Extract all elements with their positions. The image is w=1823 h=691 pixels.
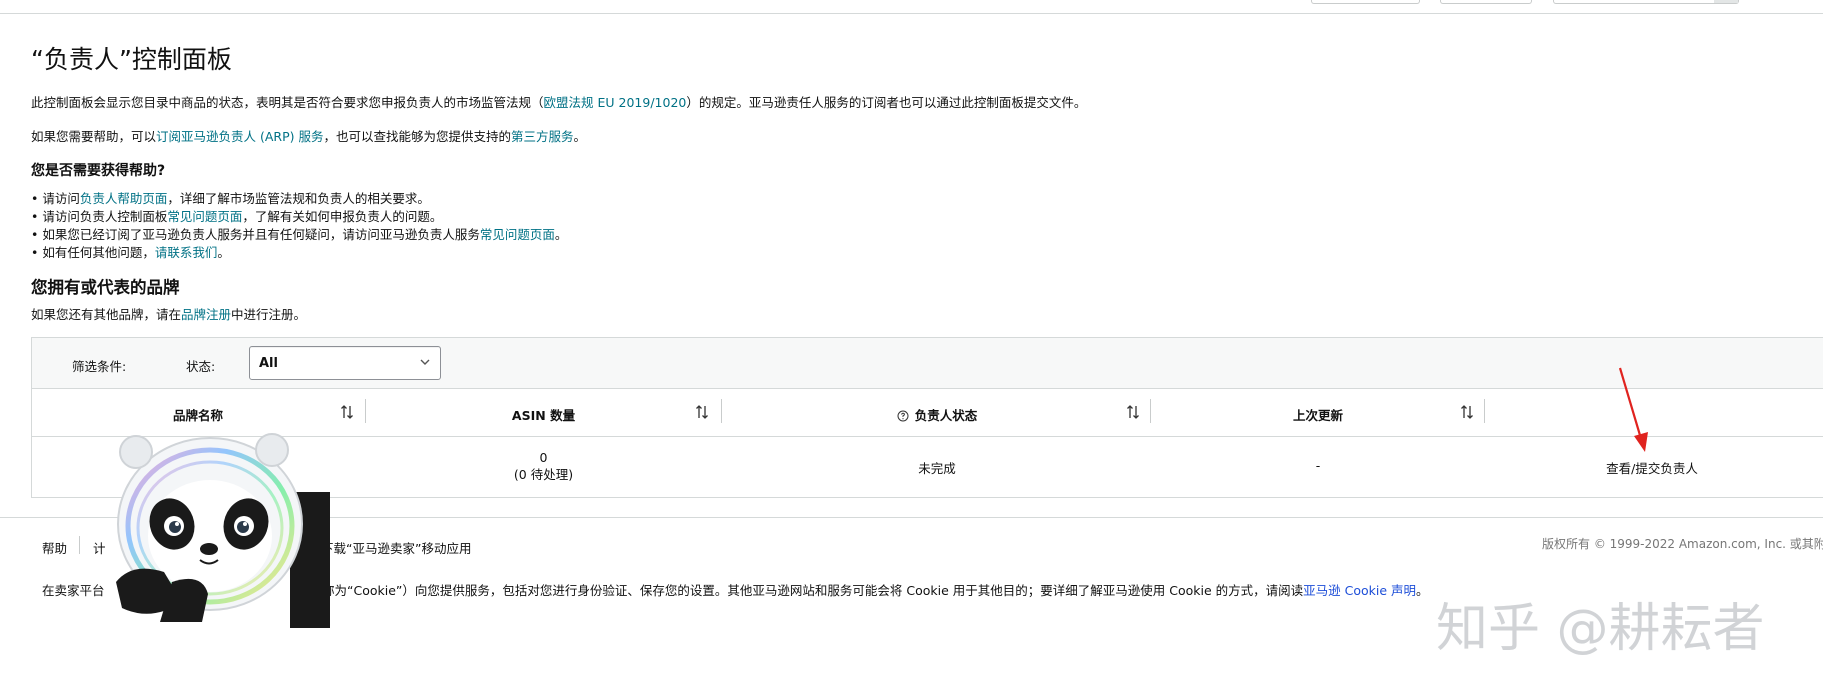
asin-count: 0 <box>539 450 548 465</box>
top-toolbar <box>0 0 1823 14</box>
column-rp-status[interactable]: 负责人状态 <box>722 389 1152 437</box>
view-submit-rp-link[interactable]: 查看/提交负责人 <box>1485 458 1819 477</box>
regulation-link[interactable]: 欧盟法规 EU 2019/1020 <box>544 95 687 110</box>
cookie-notice: 称为“Cookie”）向您提供服务，包括对您进行身份验证、保存您的设置。其他亚马… <box>322 583 1429 598</box>
intro-paragraph: 此控制面板会显示您目录中商品的状态，表明其是否符合要求您申报负责人的市场监管法规… <box>31 92 1086 111</box>
asin-pending: (0 待处理) <box>513 467 574 482</box>
asin-count-cell: 0 (0 待处理) <box>366 449 721 483</box>
column-asin-count[interactable]: ASIN 数量 <box>366 389 721 437</box>
status-select[interactable]: All <box>249 346 441 380</box>
column-last-update[interactable]: 上次更新 <box>1151 389 1485 437</box>
brands-note: 如果您还有其他品牌，请在品牌注册中进行注册。 <box>31 307 307 322</box>
toolbar-dropdown[interactable] <box>1311 0 1420 4</box>
contact-us-link[interactable]: 请联系我们 <box>155 245 218 260</box>
cookie-notice-start: 在卖家平台 <box>42 583 105 598</box>
help-heading: 您是否需要获得帮助? <box>31 163 166 179</box>
dashboard-faq-link[interactable]: 常见问题页面 <box>167 209 242 224</box>
copyright: 版权所有 © 1999-2022 Amazon.com, Inc. 或其附 <box>1542 537 1823 551</box>
table-header-row: 品牌名称 ASIN 数量 负责人状态 上次更新 <box>32 389 1823 437</box>
intro-text: 此控制面板会显示您目录中商品的状态，表明其是否符合要求您申报负责人的市场监管法规… <box>31 95 544 110</box>
help-bullet: • 如果您已经订阅了亚马逊负责人服务并且有任何疑问，请访问亚马逊负责人服务常见问… <box>31 227 568 242</box>
footer-separator <box>79 536 80 554</box>
info-icon[interactable] <box>897 410 909 422</box>
toolbar-search-input[interactable] <box>1553 0 1739 4</box>
footer-program-link[interactable]: 计 <box>93 538 106 557</box>
arp-service-link[interactable]: 订阅亚马逊负责人 (ARP) 服务 <box>156 129 323 144</box>
column-divider <box>1484 399 1485 423</box>
help-text-end: 。 <box>573 129 587 144</box>
brand-registry-link[interactable]: 品牌注册 <box>181 307 231 322</box>
status-select-value: All <box>259 356 278 371</box>
help-bullet: • 请访问负责人控制面板常见问题页面，了解有关如何申报负责人的问题。 <box>31 209 443 224</box>
footer-download-app-link[interactable]: 下载“亚马逊卖家”移动应用 <box>321 538 471 557</box>
search-button[interactable] <box>1714 0 1738 3</box>
help-paragraph: 如果您需要帮助，可以订阅亚马逊负责人 (ARP) 服务，也可以查找能够为您提供支… <box>31 126 586 145</box>
help-text-mid: ，也可以查找能够为您提供支持的 <box>323 129 512 144</box>
page-title: “负责人”控制面板 <box>31 45 232 74</box>
help-text: 如果您需要帮助，可以 <box>31 129 157 144</box>
rp-help-page-link[interactable]: 负责人帮助页面 <box>80 191 168 206</box>
status-filter-label: 状态: <box>186 359 216 374</box>
sort-icon[interactable] <box>1460 403 1474 421</box>
arp-faq-link[interactable]: 常见问题页面 <box>480 227 555 242</box>
brands-heading: 您拥有或代表的品牌 <box>31 278 180 297</box>
chevron-down-icon <box>420 359 430 365</box>
third-party-service-link[interactable]: 第三方服务 <box>511 129 574 144</box>
help-bullet: • 请访问负责人帮助页面，详细了解市场监管法规和负责人的相关要求。 <box>31 191 430 206</box>
filter-label: 筛选条件: <box>72 359 127 374</box>
cookie-statement-link[interactable]: 亚马逊 Cookie 声明 <box>1303 583 1416 598</box>
intro-text-end: ）的规定。亚马逊责任人服务的订阅者也可以通过此控制面板提交文件。 <box>686 95 1087 110</box>
help-bullet: • 如有任何其他问题，请联系我们。 <box>31 245 230 260</box>
annotation-arrow-icon <box>1618 367 1648 452</box>
sort-icon[interactable] <box>340 403 354 421</box>
watermark: 知乎 @耕耘者 <box>1436 599 1765 659</box>
filter-bar: 筛选条件: 状态: All <box>32 338 1823 389</box>
footer-help-link[interactable]: 帮助 <box>42 538 67 557</box>
column-brand-name[interactable]: 品牌名称 <box>32 389 364 437</box>
panda-sticker-icon <box>116 433 330 628</box>
sort-icon[interactable] <box>695 403 709 421</box>
last-update-cell: - <box>1315 458 1321 473</box>
rp-status-cell: 未完成 <box>918 461 956 476</box>
sort-icon[interactable] <box>1126 403 1140 421</box>
toolbar-button[interactable] <box>1440 0 1532 4</box>
